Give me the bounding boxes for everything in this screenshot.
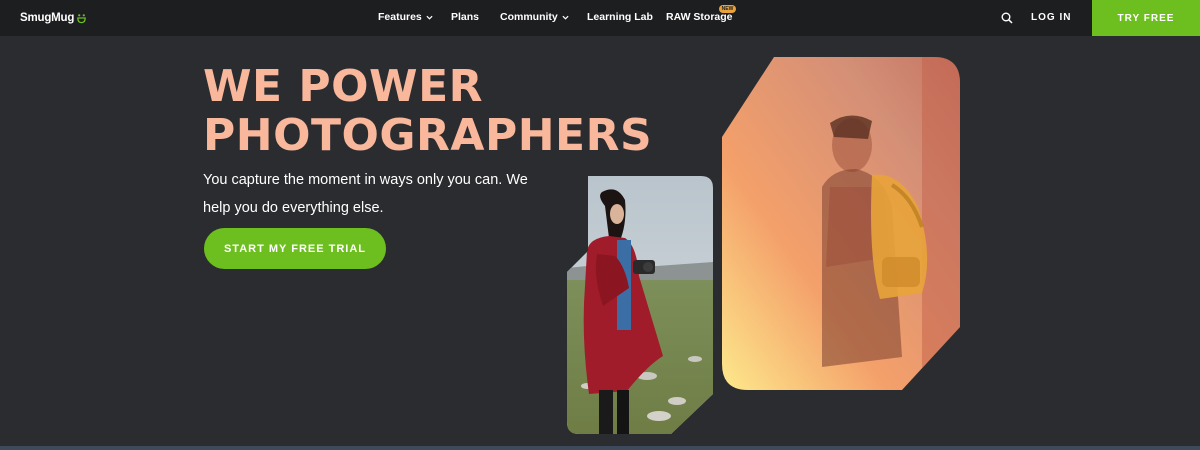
- hero-headline: WE POWER PHOTOGRAPHERS: [203, 62, 683, 160]
- nav-plans-label: Plans: [451, 11, 480, 23]
- chevron-down-icon: [562, 15, 569, 20]
- chevron-down-icon: [426, 15, 433, 20]
- smugmug-logo[interactable]: SmugMug: [20, 10, 87, 26]
- nav-learning-lab-label: Learning Lab: [587, 11, 653, 23]
- start-free-trial-button[interactable]: START MY FREE TRIAL: [204, 228, 386, 269]
- nav-learning-lab[interactable]: Learning Lab: [587, 11, 653, 23]
- nav-community[interactable]: Community: [500, 11, 569, 23]
- login-link[interactable]: LOG IN: [1031, 12, 1071, 23]
- nav-features[interactable]: Features: [378, 11, 433, 23]
- logo-text: SmugMug: [20, 12, 75, 24]
- nav-community-label: Community: [500, 11, 558, 23]
- photo-man-with-backpack: [722, 57, 960, 390]
- try-free-button[interactable]: TRY FREE: [1092, 0, 1200, 36]
- photo-woman-with-camera: [567, 176, 713, 434]
- new-badge: NEW: [719, 5, 736, 13]
- nav-features-label: Features: [378, 11, 422, 23]
- hero-subtext: You capture the moment in ways only you …: [203, 172, 528, 216]
- section-divider: [0, 446, 1200, 450]
- headline-line-1: WE POWER: [203, 61, 484, 112]
- smile-icon: [77, 13, 86, 23]
- nav-plans[interactable]: Plans: [451, 11, 479, 23]
- headline-line-2: PHOTOGRAPHERS: [203, 110, 653, 161]
- top-navbar: SmugMug Features Plans Community Learnin…: [0, 0, 1200, 36]
- search-icon[interactable]: [1001, 12, 1013, 24]
